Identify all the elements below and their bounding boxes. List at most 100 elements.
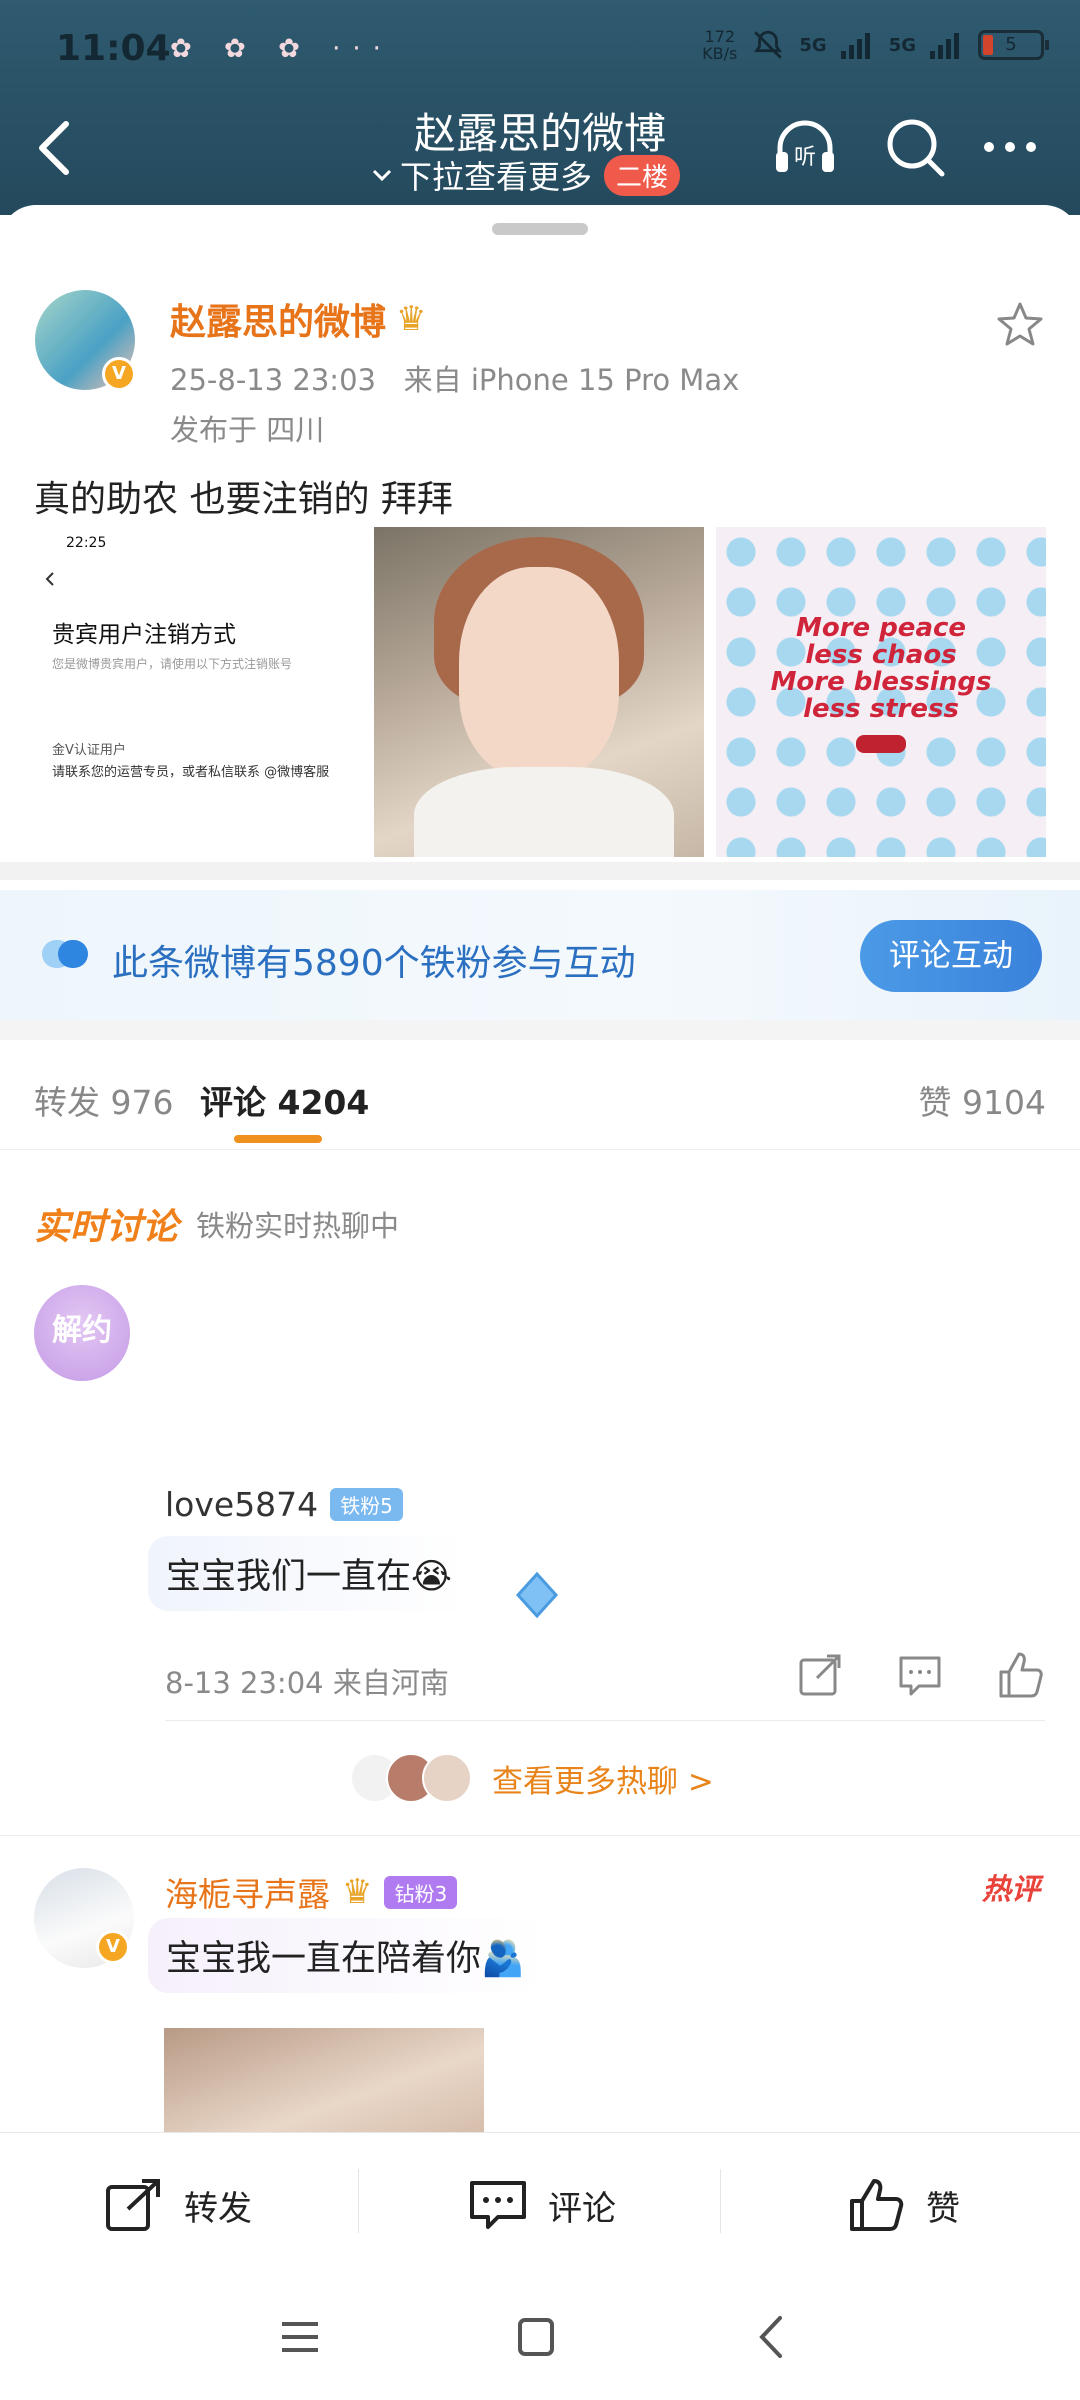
comment2-text: 宝宝我一直在陪着你🫂 [148, 1918, 543, 1993]
comment-divider [165, 1720, 1045, 1721]
signal-icon-2 [930, 33, 959, 59]
image3-line-1: More peace [795, 613, 967, 643]
section-divider [0, 862, 1080, 880]
post-image-2[interactable] [374, 527, 704, 857]
live-discussion-title: 实时讨论 [34, 1207, 179, 1248]
comment-label: 评论 [548, 2188, 616, 2229]
more-hot-chat-row[interactable]: 查看更多热聊 > [350, 1753, 714, 1803]
author-name: 赵露思的微博 [170, 302, 387, 343]
comment2-crown-icon: ♛ [342, 1872, 373, 1912]
menu-icon[interactable] [270, 2312, 330, 2362]
post-image-3[interactable]: More peace less chaos More blessings les… [716, 527, 1046, 857]
photo-face [459, 567, 619, 777]
more-hot-chat-link: 查看更多热聊 > [492, 1763, 714, 1800]
author-name-row[interactable]: 赵露思的微博 ♛ [170, 293, 427, 345]
comment1-repost-icon[interactable] [795, 1650, 845, 1700]
active-tab-indicator [234, 1135, 322, 1143]
fans-icon [42, 940, 88, 968]
image3-text: More peace less chaos More blessings les… [716, 615, 1046, 723]
hot-comment-tag: 热评 [981, 1872, 1040, 1906]
image1-title: 贵宾用户注销方式 [52, 622, 236, 648]
comment1-name-row[interactable]: love5874 铁粉5 [165, 1485, 403, 1524]
bottom-action-bar: 转发 评论 赞 [0, 2132, 1080, 2272]
comment-icon [470, 2181, 526, 2229]
image1-time: 22:25 [66, 535, 107, 551]
comment1-like-icon[interactable] [995, 1650, 1045, 1700]
live-discussion-subtitle: 铁粉实时热聊中 [196, 1209, 400, 1243]
like-button[interactable]: 赞 [848, 2177, 960, 2233]
section-divider-3 [0, 1835, 1080, 1836]
repost-button[interactable]: 转发 [104, 2177, 252, 2233]
comment-button[interactable]: 评论 [468, 2177, 616, 2233]
back-nav-icon[interactable] [742, 2312, 802, 2362]
fans-count-text: 此条微博有5890个铁粉参与互动 [112, 943, 636, 984]
post-text: 真的助农 也要注销的 拜拜 [34, 479, 453, 520]
top-header: 11:04 ✿ ✿ ✿ ··· 172 KB/s 5G 5G 5 赵露思的微博 … [0, 0, 1080, 215]
image3-line-4: less stress [803, 694, 959, 724]
tab-comment[interactable]: 评论 4204 [200, 1076, 369, 1124]
battery-icon: 5 [978, 30, 1049, 60]
favorite-star-icon[interactable] [996, 300, 1044, 348]
more-button[interactable] [975, 112, 1045, 182]
crown-icon: ♛ [396, 299, 427, 339]
image1-contact: 请联系您的运营专员，或者私信联系 @微博客服 [52, 765, 330, 780]
image1-vrow: 金V认证用户 [52, 743, 126, 758]
listen-button[interactable]: 听 [770, 112, 840, 182]
comment2-fan-badge: 钻粉3 [384, 1875, 458, 1909]
tab-repost[interactable]: 转发 976 [34, 1076, 173, 1124]
signal-1-label: 5G [799, 34, 827, 56]
chevron-down-icon [372, 169, 392, 182]
like-icon [850, 2179, 904, 2231]
comment2-verified-icon: V [96, 1930, 130, 1964]
net-speed-value: 172 [704, 27, 736, 46]
post-meta: 25-8-13 23:03 来自 iPhone 15 Pro Max [170, 357, 739, 399]
post-image-1[interactable]: 22:25 贵宾用户注销方式 您是微博贵宾用户，请使用以下方式注销账号 金V认证… [34, 527, 364, 857]
comment1-text: 宝宝我们一直在😭 [148, 1536, 470, 1611]
listen-label: 听 [794, 145, 816, 170]
mini-avatar [422, 1753, 472, 1803]
image1-desc: 您是微博贵宾用户，请使用以下方式注销账号 [52, 657, 293, 671]
more-dots-icon [984, 142, 1036, 152]
image3-line-2: less chaos [805, 640, 957, 670]
comment1-fan-badge: 铁粉5 [330, 1488, 403, 1521]
system-nav-bar [0, 2272, 1080, 2400]
like-label: 赞 [926, 2188, 960, 2229]
home-icon[interactable] [506, 2312, 566, 2362]
post-date: 25-8-13 23:03 [170, 363, 376, 397]
pull-more-hint[interactable]: 下拉查看更多 二楼 [370, 152, 681, 198]
signal-2-label: 5G [888, 34, 916, 56]
battery-level: 5 [1005, 34, 1017, 55]
comment1-meta: 8-13 23:04 来自河南 [165, 1666, 449, 1700]
dachshund-icon [856, 735, 906, 753]
comment1-avatar-text: 解约 [52, 1313, 112, 1348]
mini-avatar-group [350, 1753, 472, 1803]
comment-interact-button[interactable]: 评论互动 [860, 920, 1042, 992]
mute-bell-icon [754, 30, 783, 59]
post-location: 发布于 四川 [170, 413, 325, 447]
headphones-icon: 听 [776, 120, 834, 172]
fans-banner: 此条微博有5890个铁粉参与互动 评论互动 [0, 890, 1080, 1020]
comment1-reply-icon[interactable] [895, 1650, 945, 1700]
tab-like[interactable]: 赞 9104 [919, 1076, 1046, 1124]
verified-badge-icon: V [102, 357, 136, 391]
search-icon [887, 119, 945, 177]
net-speed: 172 KB/s [702, 28, 737, 62]
bottom-separator [358, 2169, 359, 2233]
signal-icon [840, 33, 870, 59]
comment2-name: 海栀寻声露 [165, 1875, 330, 1914]
drag-handle[interactable] [492, 223, 588, 235]
status-right: 172 KB/s 5G 5G 5 [702, 28, 1049, 62]
post-tabs: 转发 976 评论 4204 赞 9104 [0, 1040, 1080, 1150]
photo-shirt [414, 767, 674, 857]
comment1-avatar[interactable]: 解约 [34, 1285, 130, 1381]
diamond-icon [515, 1571, 559, 1619]
search-button[interactable] [880, 112, 950, 182]
repost-icon [106, 2179, 160, 2231]
comment1-name: love5874 [165, 1485, 319, 1524]
image1-back-icon [45, 572, 54, 586]
post-sheet: V 赵露思的微博 ♛ 25-8-13 23:03 来自 iPhone 15 Pr… [0, 205, 1080, 2400]
status-bar: 11:04 ✿ ✿ ✿ ··· 172 KB/s 5G 5G 5 [0, 0, 1080, 100]
comment2-name-row[interactable]: 海栀寻声露 ♛ 钻粉3 [165, 1868, 458, 1916]
notification-icons: ✿ ✿ ✿ ··· [170, 34, 393, 64]
net-speed-unit: KB/s [702, 44, 738, 63]
